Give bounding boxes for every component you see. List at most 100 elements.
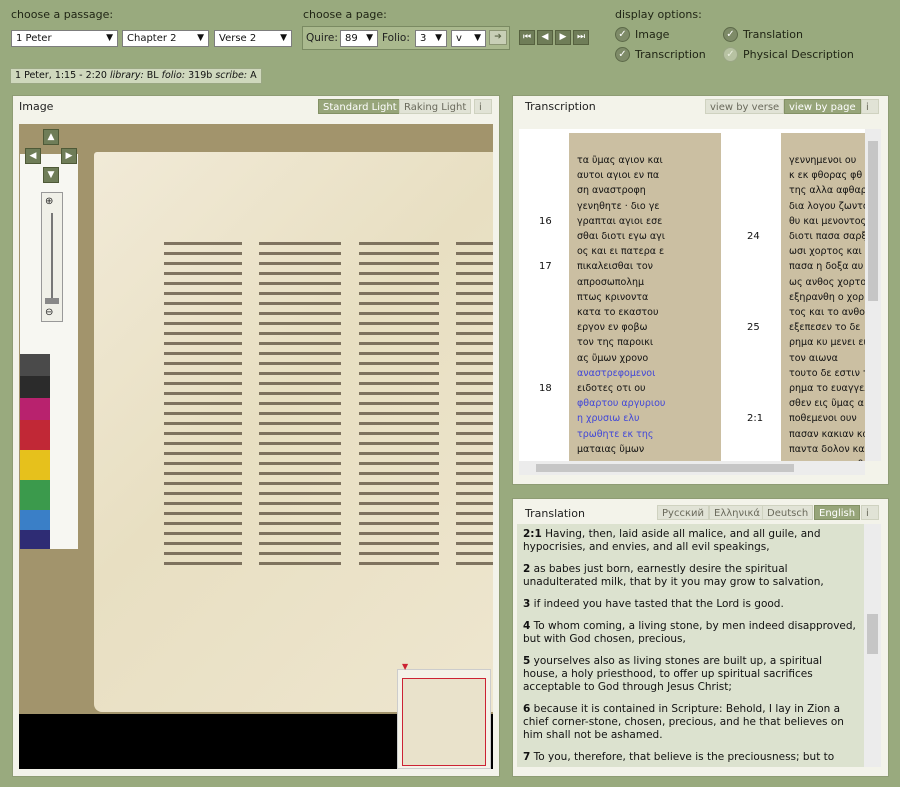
- translation-verse: 5 yourselves also as living stones are b…: [523, 655, 858, 694]
- pan-right-button[interactable]: ▶: [61, 148, 77, 164]
- manuscript-viewer[interactable]: ▲ ◀ ▶ ▼ ⊕ ⊖ ▼: [19, 124, 493, 769]
- transcription-vscroll[interactable]: [865, 129, 881, 461]
- verse-number: 25: [747, 322, 760, 334]
- go-button[interactable]: ➔: [489, 30, 507, 45]
- verse-select[interactable]: Verse 2 ▼: [214, 30, 292, 47]
- scrollbar-thumb[interactable]: [867, 614, 878, 654]
- last-page-icon: ⏭: [576, 32, 586, 42]
- folio-info-value: 319b: [188, 70, 213, 81]
- quire-select[interactable]: 89 ▼: [340, 30, 378, 47]
- image-toggle-check-icon[interactable]: ✓: [615, 27, 630, 42]
- text-column-3: [359, 242, 439, 572]
- tab-view-by-page[interactable]: view by page: [784, 99, 861, 114]
- folio-select[interactable]: 3 ▼: [415, 30, 447, 47]
- translation-verse: 6 because it is contained in Scripture: …: [523, 703, 858, 742]
- transcription-line: πασαν κακιαν κα: [789, 428, 865, 440]
- translation-verse: 4 To whom coming, a living stone, by men…: [523, 620, 858, 646]
- transcription-line: κατα το εκαστου: [577, 307, 659, 318]
- navigator-thumbnail[interactable]: ▼: [397, 662, 491, 769]
- translation-info-button[interactable]: i: [861, 505, 879, 520]
- translation-verse-text: if indeed you have tasted that the Lord …: [530, 598, 784, 610]
- transcription-line: εξεπεσεν το δε: [789, 322, 861, 334]
- folio-label: Folio:: [382, 32, 410, 44]
- transcription-line[interactable]: η χρυσιω ελυ: [577, 413, 640, 424]
- swatch-blue: [20, 530, 50, 549]
- chevron-down-icon: ▼: [474, 33, 481, 43]
- swatch-red: [20, 420, 50, 450]
- passage-label: choose a passage:: [11, 8, 114, 21]
- tab-lang-de[interactable]: Deutsch: [762, 505, 814, 520]
- transcription-line: της αλλα αφθαρ: [789, 185, 865, 197]
- transcription-line: γραπται αγιοι εσε: [577, 215, 663, 227]
- image-toggle-label[interactable]: Image: [635, 28, 669, 41]
- transcription-line[interactable]: φθαρτου αργυριου: [577, 398, 665, 409]
- transcription-toggle-label[interactable]: Transcription: [635, 48, 706, 61]
- transcription-hscroll[interactable]: [519, 461, 865, 475]
- display-options-label: display options:: [615, 8, 702, 21]
- translation-verse-text: To you, therefore, that believe is the p…: [530, 751, 835, 763]
- side-select[interactable]: v ▼: [451, 30, 486, 47]
- first-page-icon: ⏮: [522, 32, 532, 42]
- last-page-button[interactable]: ⏭: [573, 30, 589, 45]
- translation-toggle-label[interactable]: Translation: [743, 28, 803, 41]
- scrollbar-thumb[interactable]: [536, 464, 794, 472]
- transcription-line: ποθεμενοι ουν: [789, 413, 857, 425]
- transcription-line: ση αναστροφη: [577, 185, 646, 197]
- chevron-down-icon: ▼: [106, 33, 113, 43]
- page-label: choose a page:: [303, 8, 387, 21]
- physical-toggle-label[interactable]: Physical Description: [743, 48, 854, 61]
- translation-verse: 2 as babes just born, earnestly desire t…: [523, 563, 858, 589]
- tab-standard-light[interactable]: Standard Light: [318, 99, 402, 114]
- pan-left-button[interactable]: ◀: [25, 148, 41, 164]
- tab-lang-en[interactable]: English: [814, 505, 861, 520]
- transcription-line: ας ῦμων χρονο: [577, 352, 649, 364]
- tab-raking-light[interactable]: Raking Light: [399, 99, 472, 114]
- physical-toggle-check-icon[interactable]: ✓: [723, 47, 738, 62]
- zoom-slider[interactable]: ⊕ ⊖: [41, 192, 63, 322]
- zoom-out-icon[interactable]: ⊖: [45, 307, 53, 318]
- scrollbar-thumb[interactable]: [868, 141, 878, 301]
- transcription-content: τα ῦμας αγιον και αυτοι αγιοι εν πα ση ανα…: [519, 129, 865, 461]
- side-value: v: [456, 33, 462, 44]
- swatch-yellow: [20, 450, 50, 480]
- transcription-line: τον της παροικι: [577, 337, 654, 349]
- transcription-line: ρημα το ευαγγελ: [789, 383, 865, 394]
- arrow-down-icon: ▼: [47, 170, 55, 180]
- zoom-handle[interactable]: [45, 298, 59, 304]
- navigator-viewport[interactable]: [402, 678, 486, 766]
- tab-view-by-verse[interactable]: view by verse: [705, 99, 785, 114]
- transcription-line: αυτοι αγιοι εν πα: [577, 170, 660, 182]
- transcription-toggle-check-icon[interactable]: ✓: [615, 47, 630, 62]
- book-select[interactable]: 1 Peter ▼: [11, 30, 118, 47]
- pan-up-button[interactable]: ▲: [43, 129, 59, 145]
- verse-number: 16: [539, 215, 552, 227]
- transcription-line[interactable]: αναστρεφομενοι: [577, 368, 655, 379]
- transcription-line: ματαιας ῦμων: [577, 443, 645, 455]
- chapter-select[interactable]: Chapter 2 ▼: [122, 30, 209, 47]
- translation-toggle-check-icon[interactable]: ✓: [723, 27, 738, 42]
- tab-lang-ru[interactable]: Русский: [657, 505, 709, 520]
- transcription-line[interactable]: τρωθητε εκ της: [577, 429, 653, 440]
- pan-down-button[interactable]: ▼: [43, 167, 59, 183]
- library-label: library:: [109, 70, 144, 81]
- verse-value: Verse 2: [219, 33, 257, 44]
- transcription-line: πτως κρινοντα: [577, 291, 649, 303]
- zoom-in-icon[interactable]: ⊕: [45, 196, 53, 207]
- text-column-4: [456, 242, 493, 572]
- translation-verse-text: because it is contained in Scripture: Be…: [523, 703, 844, 741]
- arrow-left-icon: ◀: [29, 151, 37, 161]
- first-page-button[interactable]: ⏮: [519, 30, 535, 45]
- tab-lang-el[interactable]: Ελληνικά: [709, 505, 765, 520]
- image-info-button[interactable]: i: [474, 99, 492, 114]
- transcription-info-button[interactable]: i: [861, 99, 879, 114]
- transcription-line: γεννημενοι ου: [789, 155, 857, 166]
- chevron-down-icon: ▼: [366, 33, 373, 43]
- text-column-2: [259, 242, 341, 572]
- transcription-line: τα ῦμας αγιον και: [577, 155, 663, 166]
- text-column-1: [164, 242, 242, 572]
- translation-vscroll[interactable]: [864, 524, 881, 767]
- swatch-dark: [20, 376, 50, 398]
- prev-page-button[interactable]: ◀: [537, 30, 553, 45]
- next-page-button[interactable]: ▶: [555, 30, 571, 45]
- folio-info-label: folio:: [161, 70, 186, 81]
